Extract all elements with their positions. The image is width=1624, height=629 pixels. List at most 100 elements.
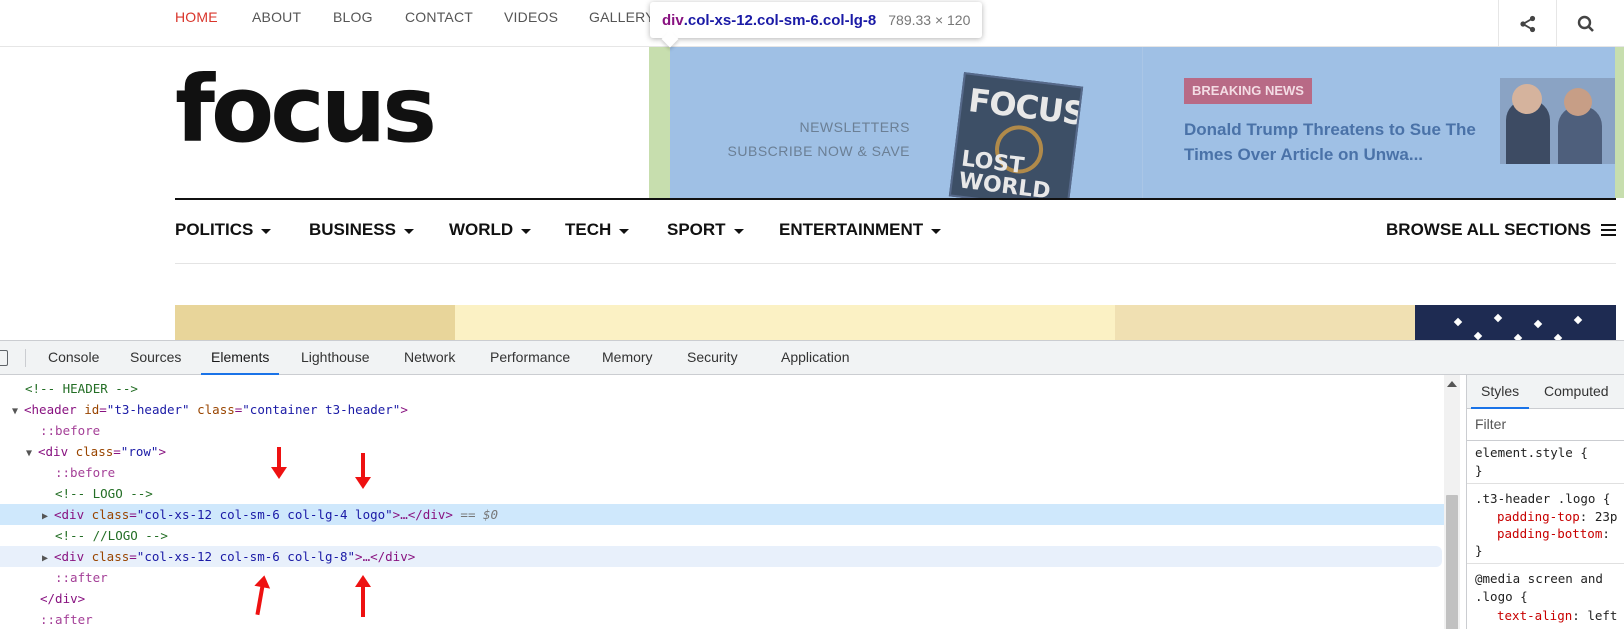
browse-label: BROWSE ALL SECTIONS (1386, 220, 1591, 239)
menu-world[interactable]: WORLD (449, 220, 532, 240)
breaking-news-headline[interactable]: Donald Trump Threatens to Sue The Times … (1184, 117, 1484, 167)
dom-line[interactable]: <!-- LOGO --> (55, 483, 153, 504)
menu-entertainment[interactable]: ENTERTAINMENT (779, 220, 942, 240)
tag-close: > (158, 444, 166, 459)
menu-sport[interactable]: SPORT (667, 220, 744, 240)
expand-triangle-open-icon[interactable]: ▼ (12, 401, 24, 422)
css-value: : left (1572, 608, 1618, 623)
nav-about-link[interactable]: ABOUT (252, 9, 301, 25)
inspect-tooltip: div.col-xs-12.col-sm-6.col-lg-8 789.33 ×… (650, 2, 983, 38)
device-toolbar-icon[interactable] (0, 350, 8, 366)
attr-value: "col-xs-12 col-sm-6 col-lg-4 logo" (136, 507, 393, 522)
tab-sources[interactable]: Sources (130, 349, 181, 365)
tab-console[interactable]: Console (48, 349, 99, 365)
css-declaration[interactable]: padding-bottom: (1497, 526, 1610, 541)
tooltip-selector: div.col-xs-12.col-sm-6.col-lg-8 (662, 12, 876, 29)
caret-down-icon (619, 228, 630, 234)
tab-security[interactable]: Security (687, 349, 738, 365)
css-media-query[interactable]: @media screen and (1475, 571, 1603, 586)
main-navigation: POLITICS BUSINESS WORLD TECH SPORT ENTER… (175, 200, 1616, 264)
subscribe-link[interactable]: SUBSCRIBE NOW & SAVE (728, 143, 910, 159)
magazine-cover-image[interactable]: FOCUS LOST WORLD (948, 72, 1084, 198)
dom-line[interactable]: ::before (40, 420, 100, 441)
menu-politics[interactable]: POLITICS (175, 220, 272, 240)
tab-elements[interactable]: Elements (200, 349, 280, 375)
caret-down-icon (931, 228, 942, 234)
dom-line[interactable]: ::after (40, 609, 93, 629)
attr-value: "t3-header" (106, 402, 190, 417)
attr-name: class (84, 507, 130, 522)
browse-all-sections-button[interactable]: BROWSE ALL SECTIONS (1386, 220, 1616, 240)
dom-line[interactable]: <!-- HEADER --> (25, 378, 138, 399)
dom-line[interactable]: ::before (55, 462, 115, 483)
expand-triangle-closed-icon[interactable]: ▶ (42, 506, 54, 527)
dom-line[interactable]: ▼ <div class="row"> (26, 441, 166, 462)
dom-line-selected[interactable]: ▶ <div class="col-xs-12 col-sm-6 col-lg-4… (0, 504, 1444, 525)
scrollbar-thumb[interactable] (1446, 495, 1458, 629)
nav-contact-link[interactable]: CONTACT (405, 9, 473, 25)
attr-name: class (189, 402, 235, 417)
styles-tab-bar: Styles Computed (1467, 375, 1624, 409)
tag-close: </div> (40, 591, 86, 606)
dom-line-hovered[interactable]: ▶ <div class="col-xs-12 col-sm-6 col-lg-8… (0, 546, 1442, 567)
tab-lighthouse[interactable]: Lighthouse (301, 349, 370, 365)
tooltip-dimensions: 789.33 × 120 (888, 12, 971, 28)
dom-line[interactable]: </div> (40, 588, 85, 609)
nav-home-link[interactable]: HOME (175, 9, 218, 25)
console-ref: == $0 (452, 507, 499, 522)
tag-name: <div (54, 507, 85, 522)
tooltip-classes: .col-xs-12.col-sm-6.col-lg-8 (683, 11, 877, 29)
nav-videos-link[interactable]: VIDEOS (504, 9, 558, 25)
hero-image-segment (1115, 305, 1415, 340)
caret-down-icon (521, 228, 532, 234)
css-selector[interactable]: .t3-header .logo { (1475, 491, 1610, 506)
css-selector[interactable]: .logo { (1475, 589, 1528, 604)
tab-computed[interactable]: Computed (1544, 383, 1609, 399)
styles-pane: Styles Computed Filter element.style { }… (1466, 375, 1624, 629)
tab-performance[interactable]: Performance (490, 349, 570, 365)
expand-triangle-open-icon[interactable]: ▼ (26, 443, 38, 464)
nav-gallery-link[interactable]: GALLERY (589, 9, 655, 25)
css-declaration[interactable]: padding-top: 23p (1497, 509, 1617, 524)
css-declaration[interactable]: text-align: left (1497, 608, 1617, 623)
ad-divider (1142, 47, 1143, 198)
dom-line[interactable]: <!-- //LOGO --> (55, 525, 168, 546)
caret-down-icon (261, 228, 272, 234)
html-comment: <!-- HEADER --> (25, 381, 138, 396)
screen: HOME ABOUT BLOG CONTACT VIDEOS GALLERY d… (0, 0, 1624, 629)
attr-value: "container t3-header" (242, 402, 401, 417)
menu-business[interactable]: BUSINESS (309, 220, 414, 240)
caret-down-icon (403, 228, 414, 234)
magazine-cover-text: LOST WORLD (957, 146, 1052, 198)
tab-memory[interactable]: Memory (602, 349, 653, 365)
tag-name: <header (24, 402, 77, 417)
attr-value: "col-xs-12 col-sm-6 col-lg-8" (136, 549, 356, 564)
tab-styles[interactable]: Styles (1470, 383, 1530, 409)
styles-filter-input[interactable]: Filter (1467, 409, 1624, 441)
expand-triangle-closed-icon[interactable]: ▶ (42, 548, 54, 569)
html-comment: <!-- //LOGO --> (55, 528, 168, 543)
annotation-arrow-up (355, 575, 371, 617)
menu-tech[interactable]: TECH (565, 220, 630, 240)
css-property: padding-top (1497, 509, 1580, 524)
scroll-up-arrow-icon[interactable] (1447, 381, 1457, 387)
css-selector[interactable]: element.style { (1475, 445, 1588, 460)
css-rule-divider (1467, 483, 1624, 484)
search-icon (1577, 15, 1594, 32)
tab-application[interactable]: Application (781, 349, 850, 365)
search-button[interactable] (1556, 0, 1614, 47)
site-logo[interactable]: focus (175, 64, 437, 156)
element-highlight-content: NEWSLETTERS SUBSCRIBE NOW & SAVE FOCUS L… (670, 47, 1615, 198)
share-button[interactable] (1498, 0, 1556, 47)
news-thumbnail-image[interactable] (1500, 78, 1615, 164)
dom-scrollbar[interactable] (1444, 375, 1460, 629)
newsletters-link[interactable]: NEWSLETTERS (799, 119, 910, 135)
dom-line[interactable]: ::after (55, 567, 108, 588)
nav-blog-link[interactable]: BLOG (333, 9, 373, 25)
css-rule-divider (1467, 563, 1624, 564)
css-value: : (1602, 526, 1610, 541)
hero-image[interactable] (175, 305, 1616, 340)
dom-line[interactable]: ▼ <header id="t3-header" class="container… (12, 399, 408, 420)
css-brace: } (1475, 463, 1483, 478)
tab-network[interactable]: Network (404, 349, 455, 365)
